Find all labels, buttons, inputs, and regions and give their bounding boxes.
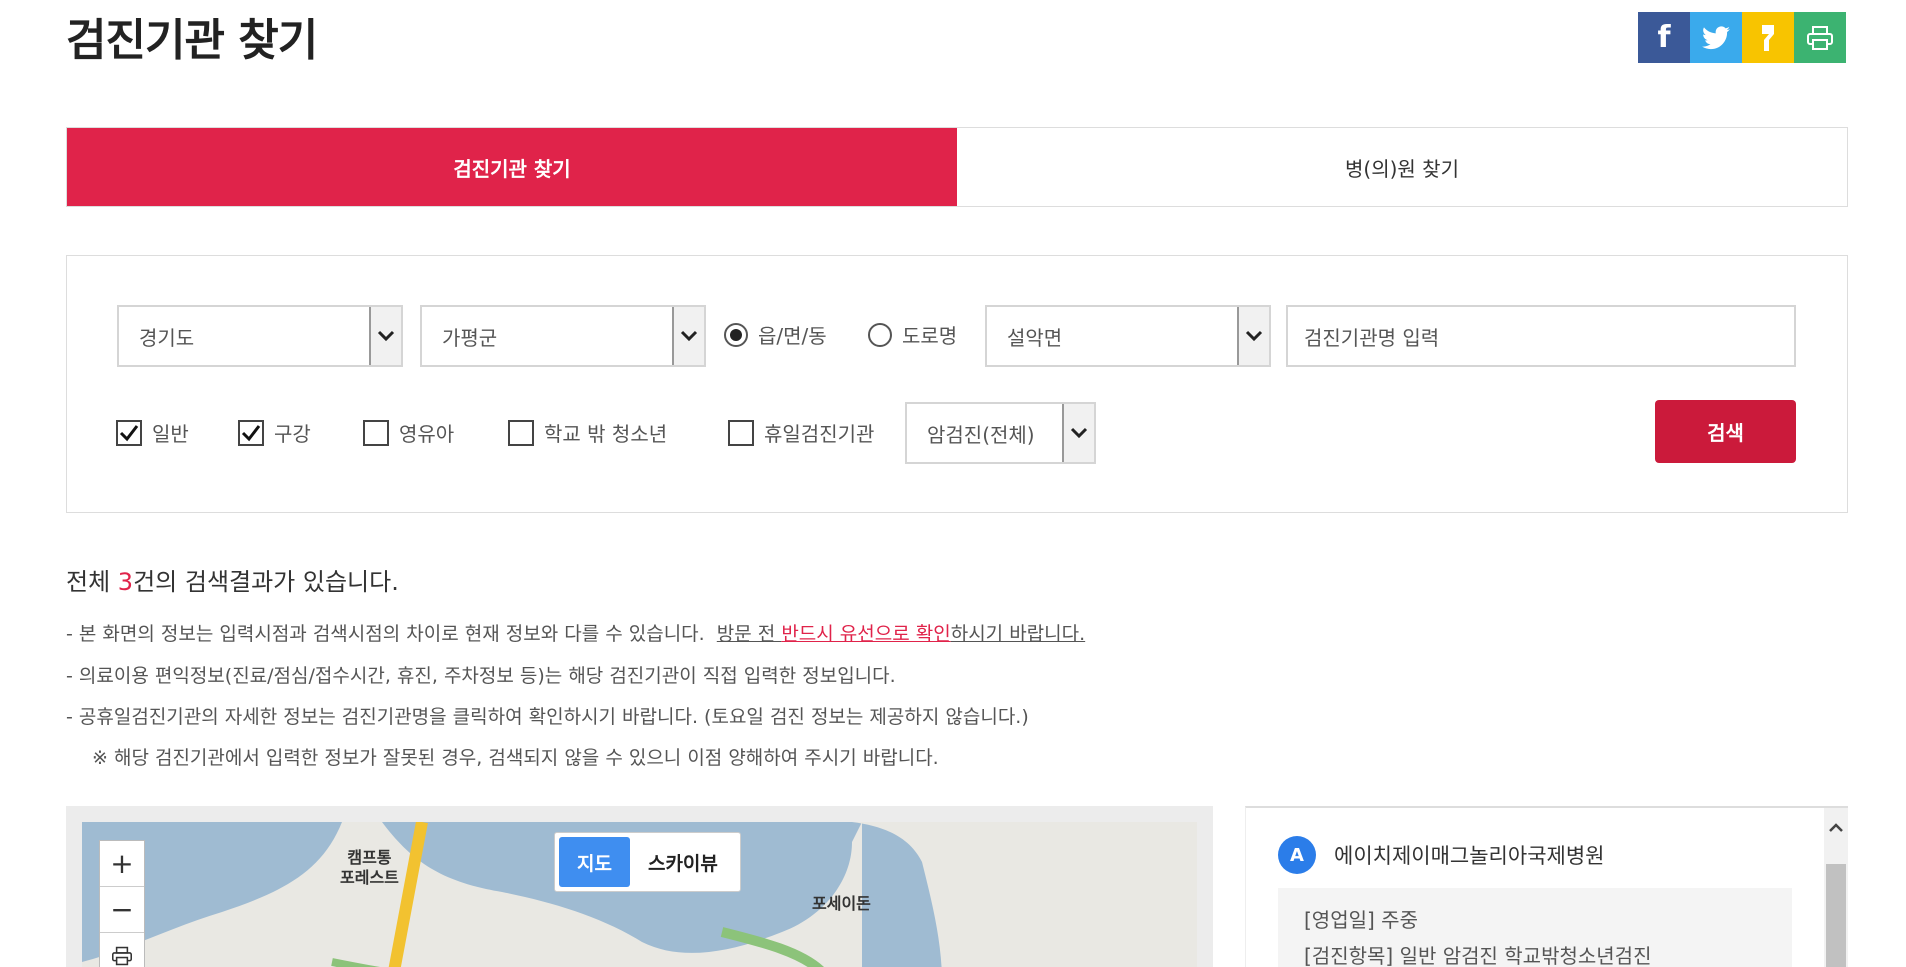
result-number: 3 — [117, 568, 134, 596]
notice-line-2: - 의료이용 편익정보(진료/점심/접수시간, 휴진, 주차정보 등)는 해당 … — [66, 665, 896, 687]
map-type-toggle: 지도 스카이뷰 — [554, 832, 741, 892]
scrollbar-thumb[interactable] — [1826, 864, 1846, 967]
cancer-checkup-value: 암검진(전체) — [927, 422, 1035, 447]
notice-1-phone-confirm: 반드시 유선으로 확인 — [781, 623, 951, 645]
notice-1-text: - 본 화면의 정보는 입력시점과 검색시점의 차이로 현재 정보와 다를 수 … — [66, 623, 717, 645]
notice-1-end: 하시기 바랍니다. — [950, 623, 1086, 645]
result-prefix: 전체 — [66, 568, 118, 596]
institution-name-placeholder: 검진기관명 입력 — [1304, 325, 1440, 350]
map-canvas[interactable]: 캠프통 포레스트 포세이돈 + − 지도 스카이뷰 — [82, 822, 1197, 967]
chevron-down-icon — [369, 307, 401, 365]
checkbox-checked[interactable] — [116, 419, 142, 446]
checkbox-unchecked[interactable] — [363, 419, 389, 446]
zoom-out-button[interactable]: − — [100, 887, 144, 933]
chevron-down-icon — [1237, 307, 1269, 365]
check-infant-label: 영유아 — [399, 422, 455, 446]
zoom-in-button[interactable]: + — [100, 841, 144, 887]
page-title: 검진기관 찾기 — [66, 15, 318, 66]
twitter-share-button[interactable] — [1690, 12, 1742, 63]
radio-button-unchecked[interactable] — [868, 322, 892, 347]
facebook-icon: f — [1657, 20, 1671, 55]
result-suffix: 건의 검색결과가 있습니다. — [133, 568, 399, 596]
chevron-down-icon — [1062, 404, 1094, 462]
sigungu-select-value: 가평군 — [442, 325, 498, 350]
institution-info-box: [영업일] 주중 [검진항목] 일반 암검진 학교밖청소년검진 — [1278, 888, 1792, 967]
map-type-skyview-button[interactable]: 스카이뷰 — [630, 837, 736, 887]
notice-line-4: ※ 해당 검진기관에서 입력한 정보가 잘못된 경우, 검색되지 않을 수 있으… — [92, 747, 939, 769]
map-place-label-poseidon: 포세이돈 — [812, 894, 871, 913]
notice-line-3: - 공휴일검진기관의 자세한 정보는 검진기관명을 클릭하여 확인하시기 바랍니… — [66, 706, 1029, 728]
result-list: A 에이치제이매그놀리아국제병원 [영업일] 주중 [검진항목] 일반 암검진 … — [1245, 806, 1848, 967]
search-tabs: 검진기관 찾기 병(의)원 찾기 — [66, 127, 1848, 207]
check-out-of-school-youth-label: 학교 밖 청소년 — [544, 422, 668, 446]
facebook-share-button[interactable]: f — [1638, 12, 1690, 63]
radio-emd[interactable]: 읍/면/동 — [724, 320, 827, 349]
map-place-label: 캠프통 포레스트 — [340, 848, 399, 888]
result-list-scrollbar[interactable] — [1824, 808, 1848, 967]
dong-select-value: 설악면 — [1007, 325, 1063, 350]
twitter-icon — [1702, 25, 1730, 49]
checkbox-unchecked[interactable] — [508, 419, 534, 446]
map-print-button[interactable] — [100, 933, 144, 967]
share-bar: f — [1638, 12, 1846, 63]
notice-line-1: - 본 화면의 정보는 입력시점과 검색시점의 차이로 현재 정보와 다를 수 … — [66, 619, 1085, 646]
sigungu-select[interactable]: 가평군 — [420, 305, 706, 367]
radio-road-label: 도로명 — [902, 324, 958, 348]
check-dental-label: 구강 — [274, 422, 311, 446]
institution-name-input[interactable]: 검진기관명 입력 — [1286, 305, 1796, 367]
notice-1-before-visit: 방문 전 — [716, 623, 782, 645]
map-label-camp-line1: 캠프통 — [347, 848, 392, 867]
sido-select-value: 경기도 — [139, 325, 195, 350]
check-general-label: 일반 — [152, 422, 189, 446]
checkbox-unchecked[interactable] — [728, 419, 754, 446]
business-days: [영업일] 주중 — [1304, 908, 1418, 932]
map-label-camp-line2: 포레스트 — [340, 868, 399, 887]
chevron-down-icon — [672, 307, 704, 365]
scroll-up-icon[interactable] — [1824, 808, 1848, 848]
kakaostory-share-button[interactable] — [1742, 12, 1794, 63]
check-holiday[interactable]: 휴일검진기관 — [728, 418, 874, 447]
tab-hospital-clinic[interactable]: 병(의)원 찾기 — [957, 128, 1847, 206]
tab-checkup-institution[interactable]: 검진기관 찾기 — [67, 128, 957, 206]
checkup-items: [검진항목] 일반 암검진 학교밖청소년검진 — [1304, 944, 1652, 967]
zoom-control: + − — [99, 840, 145, 967]
search-button[interactable]: 검색 — [1655, 400, 1796, 463]
map-type-map-button[interactable]: 지도 — [559, 837, 630, 887]
search-panel — [66, 255, 1848, 513]
radio-button-checked[interactable] — [724, 322, 748, 347]
result-count: 전체 3건의 검색결과가 있습니다. — [66, 562, 399, 597]
check-infant[interactable]: 영유아 — [363, 418, 454, 447]
sido-select[interactable]: 경기도 — [117, 305, 403, 367]
institution-name-link[interactable]: 에이치제이매그놀리아국제병원 — [1334, 840, 1604, 870]
print-icon — [112, 946, 132, 966]
print-button[interactable] — [1794, 12, 1846, 63]
check-holiday-label: 휴일검진기관 — [764, 422, 875, 446]
radio-road[interactable]: 도로명 — [868, 320, 957, 349]
kakaostory-icon — [1762, 24, 1774, 51]
check-dental[interactable]: 구강 — [238, 418, 311, 447]
check-general[interactable]: 일반 — [116, 418, 189, 447]
radio-emd-label: 읍/면/동 — [758, 324, 827, 348]
print-icon — [1807, 25, 1833, 50]
map-marker-badge: A — [1278, 836, 1316, 874]
dong-select[interactable]: 설악면 — [985, 305, 1271, 367]
check-out-of-school-youth[interactable]: 학교 밖 청소년 — [508, 418, 667, 447]
cancer-checkup-select[interactable]: 암검진(전체) — [905, 402, 1096, 464]
map-panel: 캠프통 포레스트 포세이돈 + − 지도 스카이뷰 — [66, 806, 1213, 967]
checkbox-checked[interactable] — [238, 419, 264, 446]
